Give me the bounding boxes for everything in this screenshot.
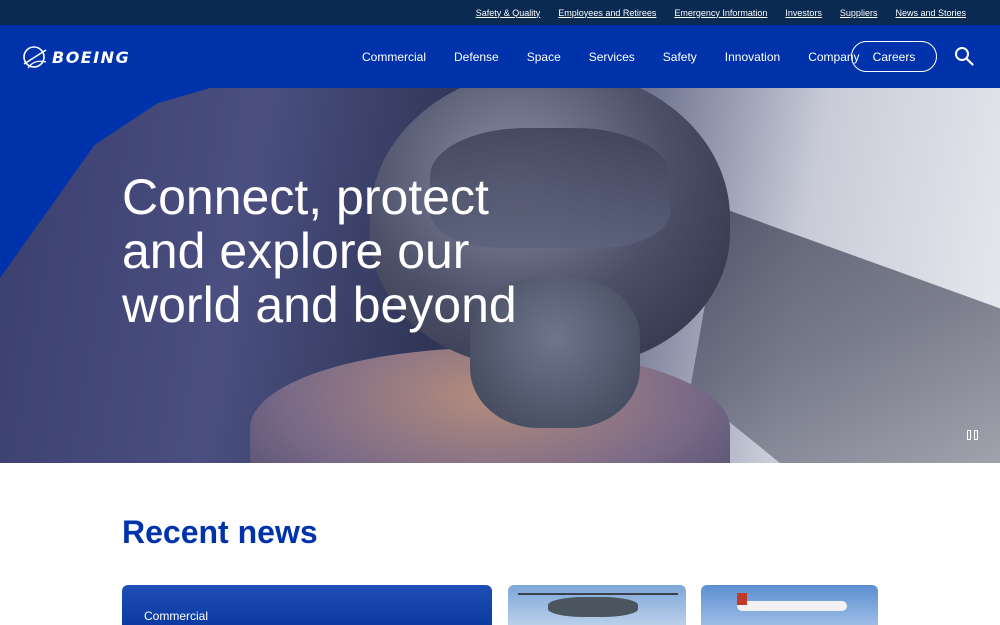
logo-wordmark: BOEING <box>52 47 131 67</box>
helicopter-image <box>548 597 638 617</box>
primary-nav: Commercial Defense Space Services Safety… <box>362 25 888 88</box>
nav-item-safety[interactable]: Safety <box>663 50 697 64</box>
recent-news-title: Recent news <box>122 514 318 550</box>
main-nav: BOEING Commercial Defense Space Services… <box>0 25 1000 88</box>
hero-headline: Connect, protect and explore our world a… <box>122 169 517 333</box>
utility-link-suppliers[interactable]: Suppliers <box>840 8 878 18</box>
nav-item-innovation[interactable]: Innovation <box>725 50 780 64</box>
pause-bar-right <box>973 430 978 440</box>
airliner-tail-image <box>737 593 747 605</box>
utility-links: Safety & Quality Employees and Retirees … <box>476 0 966 25</box>
airliner-image <box>737 601 847 611</box>
nav-item-commercial[interactable]: Commercial <box>362 50 426 64</box>
news-card-helicopter[interactable] <box>508 585 686 625</box>
news-card-commercial[interactable]: Commercial <box>122 585 492 625</box>
utility-link-employees-retirees[interactable]: Employees and Retirees <box>558 8 656 18</box>
boeing-logo-icon <box>23 46 47 69</box>
search-icon[interactable] <box>954 46 974 66</box>
careers-button[interactable]: Careers <box>851 41 937 72</box>
pause-bar-left <box>966 430 971 440</box>
helicopter-rotor-image <box>518 593 678 595</box>
utility-link-safety-quality[interactable]: Safety & Quality <box>476 8 541 18</box>
nav-item-space[interactable]: Space <box>527 50 561 64</box>
utility-bar: Safety & Quality Employees and Retirees … <box>0 0 1000 25</box>
pause-icon[interactable] <box>964 428 980 442</box>
utility-link-news-stories[interactable]: News and Stories <box>895 8 966 18</box>
news-card-tag: Commercial <box>144 609 209 623</box>
news-card-airliner[interactable] <box>701 585 878 625</box>
utility-link-emergency-information[interactable]: Emergency Information <box>674 8 767 18</box>
hero-image-canopy <box>690 208 1000 463</box>
boeing-logo[interactable]: BOEING <box>22 42 157 72</box>
nav-item-services[interactable]: Services <box>589 50 635 64</box>
hero-banner: Connect, protect and explore our world a… <box>0 88 1000 463</box>
nav-item-defense[interactable]: Defense <box>454 50 499 64</box>
utility-link-investors[interactable]: Investors <box>785 8 822 18</box>
